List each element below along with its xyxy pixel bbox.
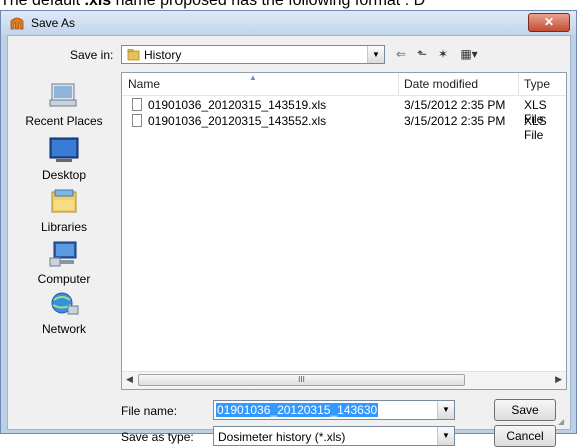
save-as-type-value: Dosimeter history (*.xls) [218,430,346,444]
recent-places-icon [49,83,77,107]
column-divider[interactable] [518,73,519,95]
cancel-button[interactable]: Cancel [494,425,556,447]
resize-grip-icon[interactable]: ◢ [558,417,568,427]
desktop-icon [49,137,79,162]
libraries-icon [51,189,77,213]
scroll-thumb[interactable]: III [138,374,465,386]
save-as-type-dropdown[interactable]: Dosimeter history (*.xls) ▼ [213,426,455,446]
app-icon [10,17,24,30]
file-name-label: File name: [121,404,178,418]
place-computer[interactable]: Computer [14,240,114,286]
file-date-cell: 3/15/2012 2:35 PM [404,98,506,112]
chevron-down-icon[interactable]: ▼ [367,46,384,63]
close-button[interactable]: ✕ [528,13,570,32]
place-label: Network [41,322,86,336]
column-header-name[interactable]: Name [128,77,160,91]
horizontal-scrollbar[interactable]: ◀ III ▶ [122,371,566,389]
save-in-value: History [144,48,182,62]
place-libraries[interactable]: Libraries [14,188,114,234]
file-row[interactable]: 01901036_20120315_143519.xls 3/15/2012 2… [122,97,566,126]
place-desktop[interactable]: Desktop [14,136,114,182]
views-menu-icon[interactable]: ▦▾ [455,45,483,63]
back-arrow-icon[interactable]: ⇐ [392,45,410,63]
network-icon [51,292,79,315]
place-label: Computer [37,272,91,286]
place-label: Libraries [40,220,88,234]
place-network[interactable]: Network [14,290,114,336]
computer-icon [49,241,77,267]
column-header-type[interactable]: Type [524,77,550,91]
xls-file-icon [132,114,142,127]
place-recent[interactable]: Recent Places [14,82,114,128]
file-list[interactable]: Name ▲ Date modified Type 01901036_20120… [121,72,567,390]
save-in-dropdown[interactable]: History ▼ [121,45,385,64]
chevron-down-icon[interactable]: ▼ [437,401,454,419]
dialog-title: Save As [31,16,76,30]
chevron-down-icon[interactable]: ▼ [437,427,454,445]
file-row[interactable]: 01901036_20120315_143552.xls 3/15/2012 2… [122,113,566,142]
file-name-cell: 01901036_20120315_143519.xls [148,98,327,112]
dialog-body: Save in: History ▼ ⇐ ⬑ ✶ ▦▾ Recent Place… [7,35,571,447]
file-type-cell: XLS File [524,114,547,142]
title-bar[interactable]: Save As ✕ [1,11,576,35]
column-divider[interactable] [398,73,399,95]
file-name-field[interactable]: 01901036_20120315_143630 ▼ [213,400,455,420]
place-label: Recent Places [25,114,103,128]
save-button[interactable]: Save [494,399,556,421]
folder-icon [127,49,140,61]
file-name-value: 01901036_20120315_143630 [216,403,379,417]
column-header-row: Name ▲ Date modified Type [122,73,566,96]
scroll-left-icon[interactable]: ◀ [126,374,133,385]
file-name-cell: 01901036_20120315_143552.xls [148,114,327,128]
scroll-right-icon[interactable]: ▶ [555,374,562,385]
sort-ascending-icon: ▲ [249,73,257,82]
xls-file-icon [132,98,142,111]
up-folder-icon[interactable]: ⬑ [413,45,431,63]
column-header-date[interactable]: Date modified [404,77,478,91]
file-date-cell: 3/15/2012 2:35 PM [404,114,506,128]
new-folder-icon[interactable]: ✶ [434,45,452,63]
place-label: Desktop [41,168,87,182]
save-as-dialog: Save As ✕ Save in: History ▼ ⇐ ⬑ ✶ ▦▾ Re… [0,10,577,447]
places-bar: Recent Places Desktop Libraries Computer… [14,72,114,362]
save-as-type-label: Save as type: [121,430,194,444]
save-in-label: Save in: [70,48,114,62]
